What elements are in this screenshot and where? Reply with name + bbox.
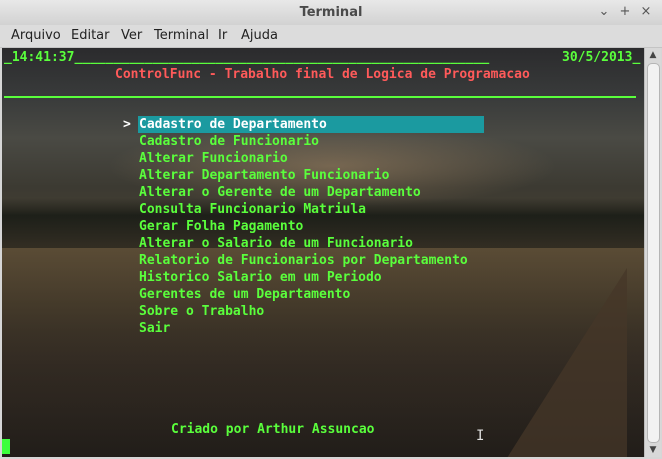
- menu-item[interactable]: Sair: [139, 320, 170, 337]
- title-bar: Terminal ⌄ + ×: [0, 0, 662, 26]
- text-cursor-icon: I: [476, 428, 485, 444]
- menu-bar: Arquivo Editar Ver Terminal Ir Ajuda: [0, 25, 662, 48]
- menu-ver[interactable]: Ver: [121, 28, 142, 43]
- app-title: ControlFunc - Trabalho final de Logica d…: [115, 67, 530, 82]
- menu-editar[interactable]: Editar: [71, 28, 110, 43]
- header-rule: [4, 96, 636, 98]
- scrollbar-thumb[interactable]: [647, 63, 660, 443]
- menu-arquivo[interactable]: Arquivo: [11, 28, 61, 43]
- menu-item[interactable]: Consulta Funcionario Matriula: [139, 201, 366, 218]
- menu-ir[interactable]: Ir: [218, 28, 227, 43]
- menu-item[interactable]: Alterar Funcionario: [139, 150, 288, 167]
- header-date: 30/5/2013_: [562, 50, 641, 65]
- menu-item[interactable]: Alterar o Salario de um Funcionario: [139, 235, 413, 252]
- menu-item[interactable]: Alterar o Gerente de um Departamento: [139, 184, 421, 201]
- maximize-icon[interactable]: +: [617, 4, 633, 20]
- scrollbar[interactable]: ▲ ▼: [644, 48, 661, 457]
- menu-item[interactable]: Relatorio de Funcionarios por Departamen…: [139, 252, 468, 269]
- menu-item[interactable]: Cadastro de Funcionario: [139, 133, 319, 150]
- window-title: Terminal: [299, 5, 363, 20]
- menu-item[interactable]: Historico Salario em um Periodo: [139, 269, 382, 286]
- scroll-up-icon[interactable]: ▲: [645, 48, 661, 62]
- menu-item[interactable]: Alterar Departamento Funcionario: [139, 167, 389, 184]
- terminal-cursor: [2, 439, 10, 454]
- background-pier: [507, 268, 627, 457]
- menu-ajuda[interactable]: Ajuda: [241, 28, 278, 43]
- close-icon[interactable]: ×: [638, 4, 654, 20]
- scroll-down-icon[interactable]: ▼: [645, 443, 661, 457]
- menu-terminal[interactable]: Terminal: [154, 28, 209, 43]
- minimize-icon[interactable]: ⌄: [596, 4, 612, 20]
- header-clock-line: _14:41:37_______________________________…: [4, 50, 490, 65]
- menu-item[interactable]: Cadastro de Departamento: [139, 116, 327, 133]
- menu-item[interactable]: Gerar Folha Pagamento: [139, 218, 303, 235]
- menu-item[interactable]: Gerentes de um Departamento: [139, 286, 350, 303]
- terminal-area[interactable]: _14:41:37_______________________________…: [2, 48, 644, 457]
- menu-item[interactable]: Sobre o Trabalho: [139, 303, 264, 320]
- selection-arrow: >: [123, 117, 131, 132]
- credits: Criado por Arthur Assuncao: [171, 422, 375, 437]
- terminal-window: Terminal ⌄ + × Arquivo Editar Ver Termin…: [0, 0, 662, 459]
